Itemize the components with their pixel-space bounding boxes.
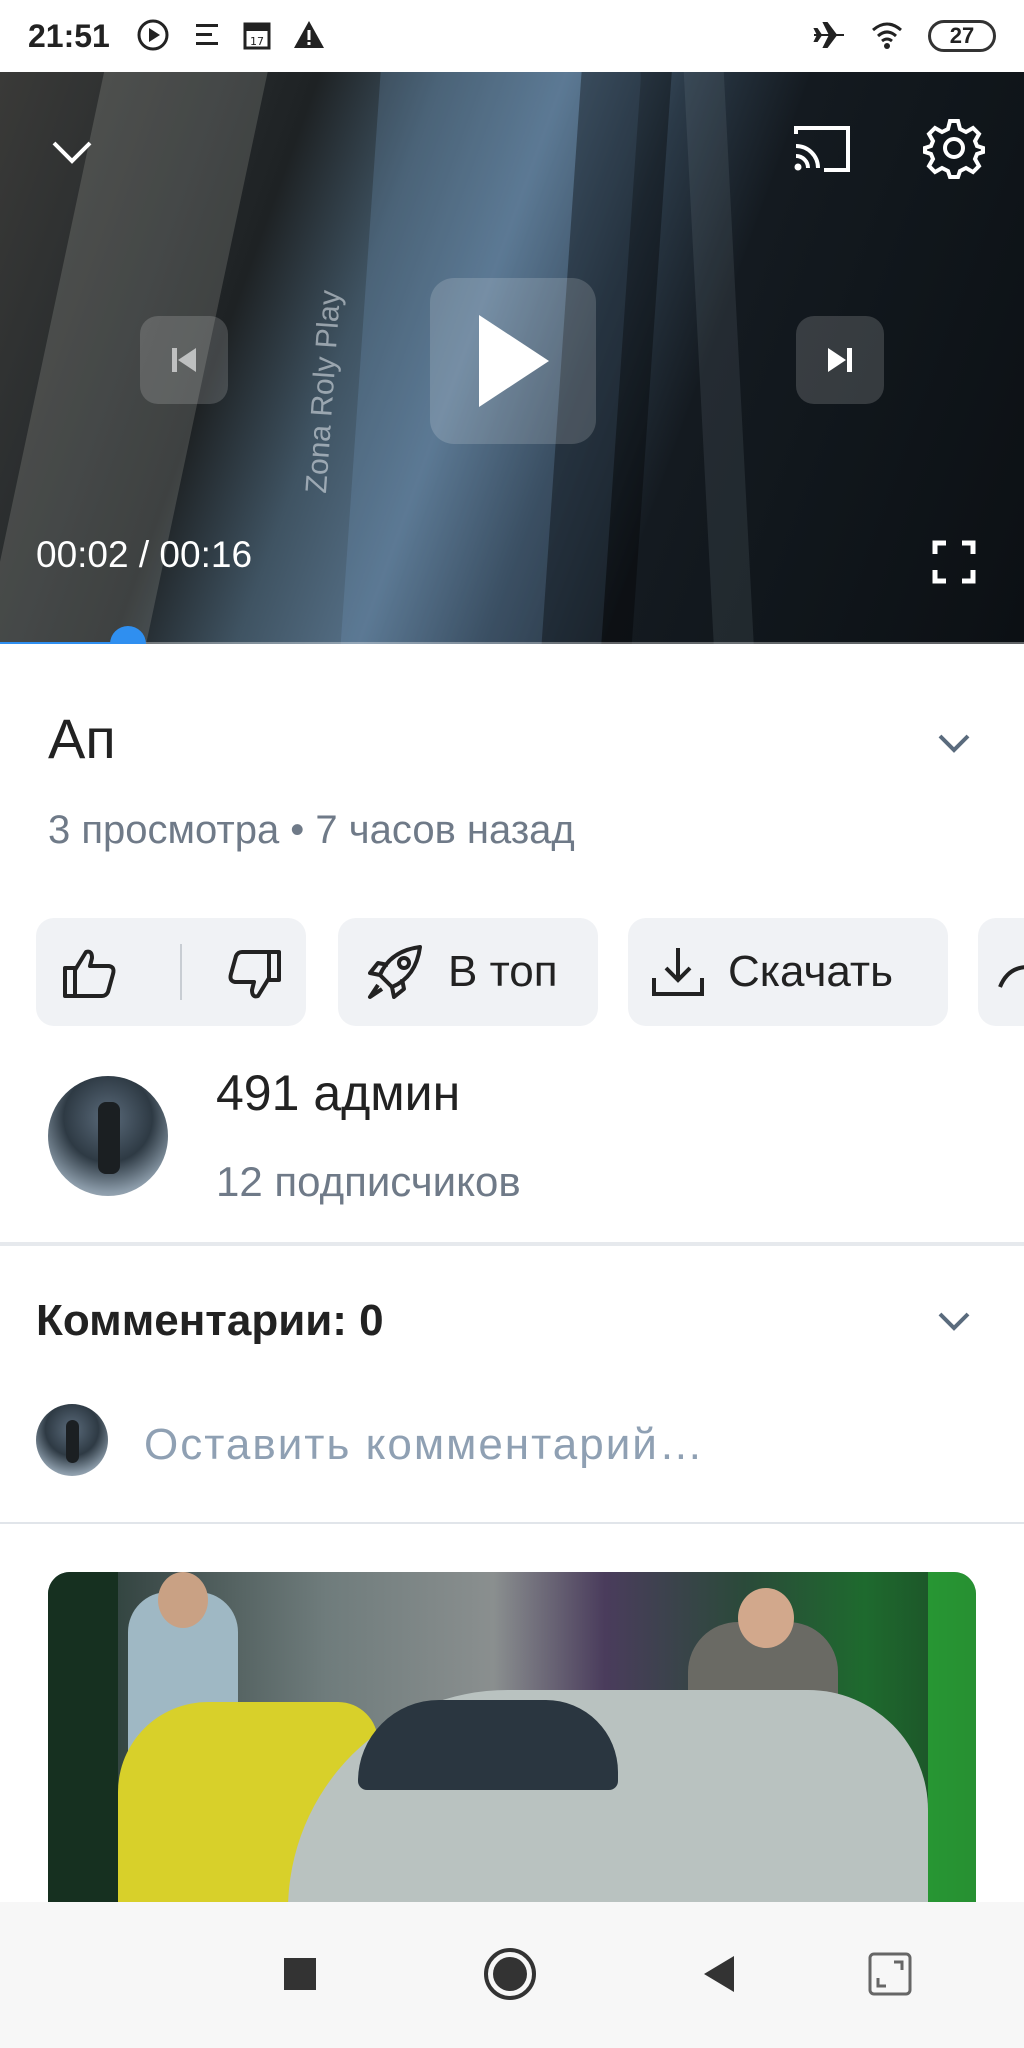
share-icon — [998, 965, 1024, 988]
download-button-label: Скачать — [728, 947, 893, 996]
previous-button[interactable] — [140, 316, 228, 404]
top-button[interactable]: В топ — [338, 918, 598, 1026]
screen-rotate-icon — [868, 1952, 912, 1996]
play-icon — [479, 315, 549, 407]
recommended-video-thumbnail[interactable] — [48, 1572, 976, 1902]
rotate-button[interactable] — [858, 1942, 922, 2006]
dislike-button[interactable] — [226, 948, 282, 1002]
channel-avatar[interactable] — [48, 1076, 168, 1196]
video-player[interactable]: Zona Roly Play 00:02 / 00:16 — [0, 72, 1024, 644]
share-button[interactable] — [978, 918, 1024, 1026]
download-icon — [652, 948, 704, 996]
video-overlay-text: Zona Roly Play — [300, 289, 348, 495]
settings-button[interactable] — [918, 112, 990, 184]
next-button[interactable] — [796, 316, 884, 404]
fullscreen-button[interactable] — [922, 530, 986, 594]
menu-icon — [196, 24, 218, 45]
wifi-icon — [872, 22, 902, 49]
skip-previous-icon — [172, 348, 196, 372]
comment-input[interactable]: Оставить комментарий… — [144, 1420, 705, 1470]
calendar-icon: 17 — [243, 22, 271, 50]
comments-divider — [0, 1522, 1024, 1524]
skip-next-icon — [828, 348, 852, 372]
home-circle-icon — [484, 1948, 536, 2000]
section-divider — [0, 1242, 1024, 1246]
battery-icon: 27 — [928, 20, 996, 52]
action-row: В топ Скачать — [36, 918, 1024, 1026]
expand-description-button[interactable] — [932, 728, 976, 758]
video-meta: 3 просмотра • 7 часов назад — [48, 808, 575, 852]
cast-icon — [794, 126, 850, 172]
back-button[interactable] — [688, 1942, 752, 2006]
channel-name[interactable]: 491 админ — [216, 1064, 460, 1122]
comments-title: Комментарии: 0 — [36, 1296, 384, 1345]
like-divider — [180, 944, 182, 1000]
chevron-down-icon — [938, 1312, 970, 1331]
thumbs-down-icon — [228, 950, 281, 999]
user-avatar — [36, 1404, 108, 1476]
like-dislike-group — [36, 918, 306, 1026]
recents-square-icon — [284, 1958, 316, 1990]
progress-bar[interactable] — [0, 626, 1024, 644]
collapse-button[interactable] — [44, 124, 100, 180]
thumbs-up-icon — [63, 949, 116, 998]
system-nav-bar — [0, 1902, 1024, 2048]
svg-text:17: 17 — [250, 35, 264, 48]
airplane-icon — [813, 22, 844, 48]
rocket-icon — [368, 945, 422, 999]
progress-fill — [0, 642, 128, 644]
time-display: 00:02 / 00:16 — [36, 534, 253, 575]
chevron-down-icon — [938, 734, 970, 753]
fullscreen-icon — [932, 540, 976, 584]
play-circle-icon — [137, 19, 169, 51]
download-button[interactable]: Скачать — [628, 918, 948, 1026]
back-triangle-icon — [704, 1956, 734, 1992]
comments-expand-button[interactable] — [932, 1306, 976, 1336]
chevron-down-icon — [52, 141, 92, 164]
recents-button[interactable] — [268, 1942, 332, 2006]
status-bar: 21:51 17 27 — [0, 0, 1024, 72]
top-button-label: В топ — [448, 947, 558, 996]
channel-subscribers: 12 подписчиков — [216, 1158, 521, 1205]
status-time: 21:51 — [28, 18, 110, 54]
play-button[interactable] — [430, 278, 596, 444]
like-button[interactable] — [62, 946, 118, 1000]
video-title: Ап — [48, 707, 116, 770]
settings-icon — [923, 119, 985, 179]
cast-button[interactable] — [786, 112, 858, 184]
warning-icon — [294, 21, 324, 48]
home-button[interactable] — [478, 1942, 542, 2006]
